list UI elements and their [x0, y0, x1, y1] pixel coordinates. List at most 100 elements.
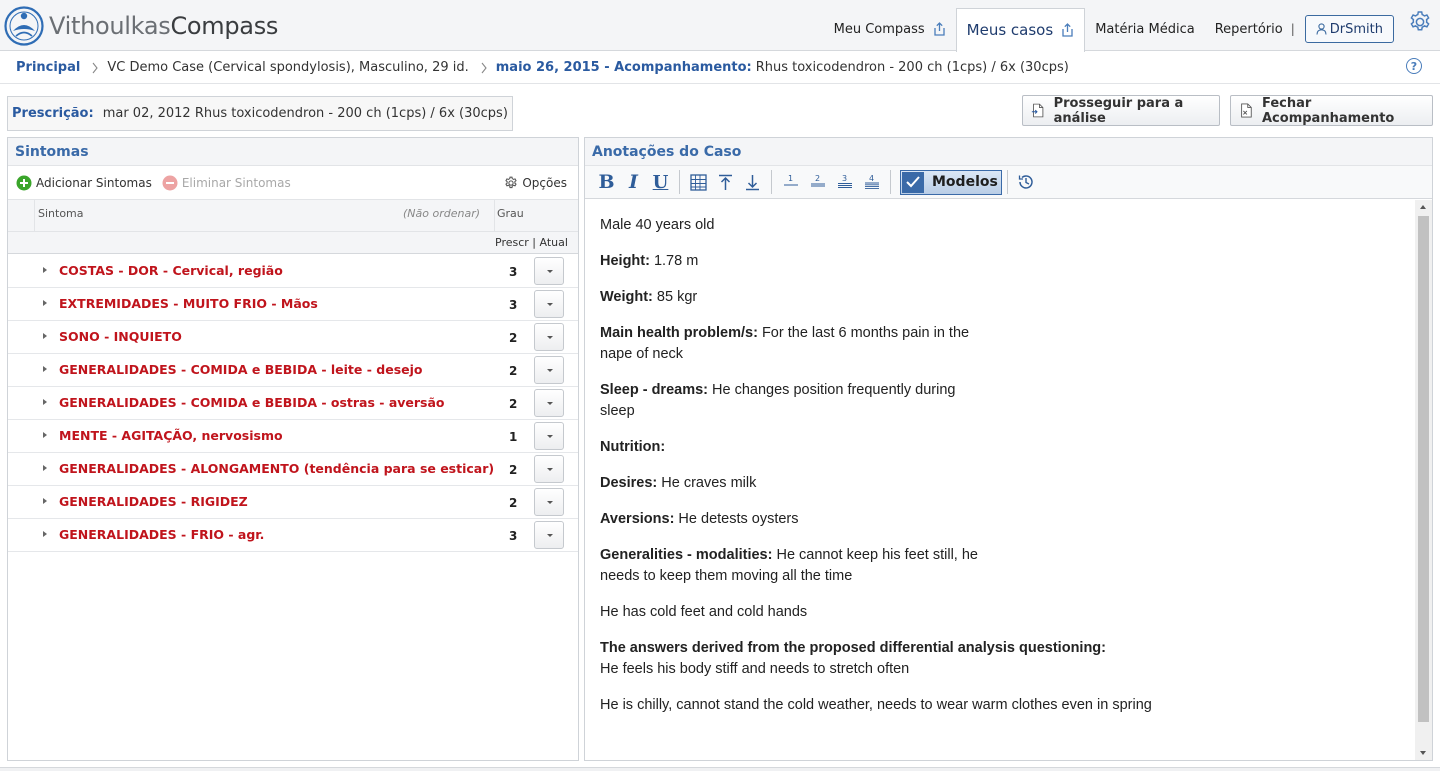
options-label: Opções [522, 175, 567, 190]
expand-caret-icon[interactable] [43, 267, 47, 273]
grade-dropdown[interactable] [534, 323, 564, 351]
nav-repertorio-label: Repertório [1214, 21, 1283, 37]
column-header-grade: Grau [497, 207, 524, 220]
symptom-row[interactable]: GENERALIDADES - COMIDA e BEBIDA - leite … [8, 354, 578, 387]
no-order-toggle[interactable]: (Não ordenar) [403, 207, 480, 220]
toolbar-divider [890, 170, 891, 194]
user-button[interactable]: DrSmith [1304, 15, 1394, 43]
heading-1-button[interactable]: 1 [777, 169, 804, 196]
breadcrumb-case[interactable]: VC Demo Case (Cervical spondylosis), Mas… [107, 60, 468, 75]
symptom-name: GENERALIDADES - FRIO - agr. [59, 527, 265, 542]
note-paragraph: Male 40 years old [600, 217, 715, 233]
symptom-row[interactable]: EXTREMIDADES - MUITO FRIO - Mãos 3 [8, 288, 578, 321]
expand-caret-icon[interactable] [43, 333, 47, 339]
note-paragraph: Nutrition: [600, 439, 666, 455]
grade-subheader-label: Prescr | Atual [495, 236, 568, 249]
heading-1-icon: 1 [783, 175, 798, 186]
nav-materia-medica-label: Matéria Médica [1095, 21, 1195, 37]
breadcrumb-followup-remedy: Rhus toxicodendron - 200 ch (1cps) / 6x … [755, 60, 1069, 75]
checkmark-icon [902, 171, 924, 193]
prescription-value: mar 02, 2012 Rhus toxicodendron - 200 ch… [102, 106, 508, 121]
column-header-symptom[interactable]: Sintoma [38, 207, 84, 220]
note-paragraph: He has cold feet and cold hands [600, 604, 808, 620]
scroll-up-arrow-icon[interactable] [1420, 205, 1426, 209]
symptom-name: GENERALIDADES - RIGIDEZ [59, 494, 248, 509]
plus-circle-icon [16, 175, 32, 190]
heading-4-button[interactable]: 4 [858, 169, 885, 196]
nav-materia-medica[interactable]: Matéria Médica [1085, 7, 1205, 51]
heading-2-icon: 2 [810, 175, 825, 187]
expand-column-header [8, 200, 35, 232]
align-top-button[interactable] [712, 169, 739, 196]
close-followup-button[interactable]: Fechar Acompanhamento [1230, 95, 1433, 126]
nav-meus-casos[interactable]: Meus casos [955, 8, 1086, 52]
templates-label: Modelos [932, 174, 998, 190]
footer-strip [0, 767, 1440, 771]
scroll-thumb[interactable] [1418, 216, 1429, 722]
expand-caret-icon[interactable] [43, 465, 47, 471]
breadcrumb-followup-date[interactable]: maio 26, 2015 - Acompanhamento: [496, 60, 752, 75]
expand-caret-icon[interactable] [43, 432, 47, 438]
close-followup-label: Fechar Acompanhamento [1262, 95, 1395, 126]
symptom-grade: 2 [509, 496, 518, 510]
scroll-down-arrow-icon[interactable] [1420, 751, 1426, 755]
delete-symptoms-button[interactable]: Eliminar Sintomas [162, 175, 291, 191]
symptom-grade: 2 [509, 463, 518, 477]
table-icon [690, 173, 707, 191]
document-arrow-icon [1031, 103, 1044, 118]
add-symptoms-button[interactable]: Adicionar Sintomas [16, 175, 152, 191]
grade-dropdown[interactable] [534, 422, 564, 450]
logo[interactable]: VithoulkasCompass [3, 4, 278, 48]
table-button[interactable] [685, 169, 712, 196]
chevron-right-icon [92, 62, 99, 73]
note-paragraph: Sleep - dreams: He changes position freq… [600, 382, 956, 419]
grade-dropdown[interactable] [534, 488, 564, 516]
symptom-row[interactable]: SONO - INQUIETO 2 [8, 321, 578, 354]
nav-meu-compass[interactable]: Meu Compass [824, 7, 956, 51]
templates-button[interactable]: Modelos [900, 169, 1002, 195]
settings-button[interactable] [1400, 0, 1440, 44]
symptom-row[interactable]: GENERALIDADES - COMIDA e BEBIDA - ostras… [8, 387, 578, 420]
symptoms-panel: Sintomas Adicionar Sintomas Eliminar Sin… [7, 137, 579, 761]
symptoms-grid-header: Sintoma (Não ordenar) Grau Prescr | Atua… [8, 200, 578, 254]
help-icon[interactable]: ? [1406, 58, 1422, 74]
grade-dropdown[interactable] [534, 389, 564, 417]
expand-caret-icon[interactable] [43, 366, 47, 372]
proceed-to-analysis-button[interactable]: Prosseguir para a análise [1022, 95, 1220, 126]
note-paragraph: Weight: 85 kgr [600, 289, 698, 305]
heading-2-button[interactable]: 2 [804, 169, 831, 196]
underline-button[interactable]: U [647, 169, 674, 196]
editor-scrollbar[interactable] [1415, 200, 1432, 760]
breadcrumb-home[interactable]: Principal [16, 60, 80, 75]
grade-dropdown[interactable] [534, 290, 564, 318]
expand-caret-icon[interactable] [43, 300, 47, 306]
symptom-row[interactable]: GENERALIDADES - ALONGAMENTO (tendência p… [8, 453, 578, 486]
expand-caret-icon[interactable] [43, 498, 47, 504]
grade-dropdown[interactable] [534, 356, 564, 384]
nav-repertorio[interactable]: Repertório [1205, 7, 1287, 51]
gear-icon [1410, 11, 1430, 31]
symptom-row[interactable]: COSTAS - DOR - Cervical, região 3 [8, 255, 578, 288]
expand-caret-icon[interactable] [43, 399, 47, 405]
bold-button[interactable]: B [593, 169, 620, 196]
case-notes-editor[interactable]: Male 40 years old Height: 1.78 m Weight:… [585, 200, 1415, 760]
delete-symptoms-label: Eliminar Sintomas [181, 175, 291, 190]
symptom-name: MENTE - AGITAÇÃO, nervosismo [59, 428, 283, 443]
options-button[interactable]: Opções [504, 176, 567, 190]
grade-dropdown[interactable] [534, 521, 564, 549]
align-bottom-button[interactable] [739, 169, 766, 196]
heading-3-button[interactable]: 3 [831, 169, 858, 196]
grade-dropdown[interactable] [534, 257, 564, 285]
user-name: DrSmith [1329, 21, 1383, 37]
expand-caret-icon[interactable] [43, 531, 47, 537]
italic-button[interactable]: I [620, 169, 647, 196]
symptom-row[interactable]: MENTE - AGITAÇÃO, nervosismo 1 [8, 420, 578, 453]
symptom-name: GENERALIDADES - COMIDA e BEBIDA - ostras… [59, 395, 445, 410]
svg-text:4: 4 [869, 175, 874, 183]
symptom-grade: 2 [509, 397, 518, 411]
symptom-row[interactable]: GENERALIDADES - FRIO - agr. 3 [8, 519, 578, 552]
note-paragraph: Generalities - modalities: He cannot kee… [600, 547, 978, 584]
history-button[interactable] [1013, 169, 1040, 196]
grade-dropdown[interactable] [534, 455, 564, 483]
symptom-row[interactable]: GENERALIDADES - RIGIDEZ 2 [8, 486, 578, 519]
